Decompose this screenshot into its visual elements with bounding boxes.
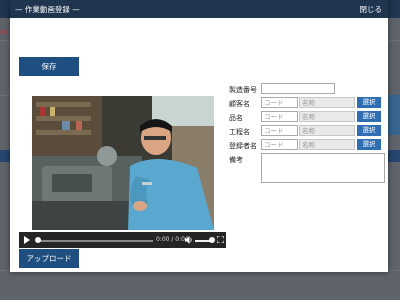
registrant-name-input <box>299 139 355 150</box>
background-blue-block <box>388 150 400 162</box>
customer-name-input <box>299 97 355 108</box>
upload-button[interactable]: アップロード <box>19 249 79 268</box>
customer-label: 顧客名 <box>229 100 250 108</box>
seek-handle[interactable] <box>35 237 41 243</box>
background-blue-block <box>0 150 10 162</box>
play-icon[interactable] <box>24 236 30 244</box>
customer-code-input[interactable] <box>261 97 298 108</box>
modal-header: — 作業動画登録 — 閉じる <box>10 0 388 18</box>
product-name-input <box>299 111 355 122</box>
registrant-code-input[interactable] <box>261 139 298 150</box>
process-name-input <box>299 125 355 136</box>
video-frame[interactable] <box>32 96 214 230</box>
volume-icon[interactable] <box>185 236 192 244</box>
serial-input[interactable] <box>261 83 335 94</box>
save-button[interactable]: 保存 <box>19 57 79 76</box>
seek-bar[interactable] <box>38 239 153 242</box>
fullscreen-icon[interactable] <box>217 236 224 243</box>
close-button[interactable]: 閉じる <box>360 4 383 15</box>
product-code-input[interactable] <box>261 111 298 122</box>
remarks-label: 備考 <box>229 156 243 164</box>
remarks-textarea[interactable] <box>261 153 385 183</box>
volume-handle[interactable] <box>209 237 215 243</box>
product-label: 品名 <box>229 114 243 122</box>
registrant-label: 登録者名 <box>229 142 257 150</box>
background-blue-block <box>388 95 400 135</box>
worker-lathe-thumbnail <box>32 96 214 230</box>
process-select-button[interactable]: 選択 <box>357 125 381 136</box>
background-red-text: ss <box>0 28 8 36</box>
video-register-modal: — 作業動画登録 — 閉じる 保存 0:00 / 0:00 アップロード 製造番… <box>10 0 388 272</box>
customer-select-button[interactable]: 選択 <box>357 97 381 108</box>
serial-label: 製造番号 <box>229 86 257 94</box>
registrant-select-button[interactable]: 選択 <box>357 139 381 150</box>
video-controls: 0:00 / 0:00 <box>19 232 226 248</box>
modal-title: — 作業動画登録 — <box>15 5 80 14</box>
process-label: 工程名 <box>229 128 250 136</box>
product-select-button[interactable]: 選択 <box>357 111 381 122</box>
time-display: 0:00 / 0:00 <box>156 236 189 243</box>
process-code-input[interactable] <box>261 125 298 136</box>
